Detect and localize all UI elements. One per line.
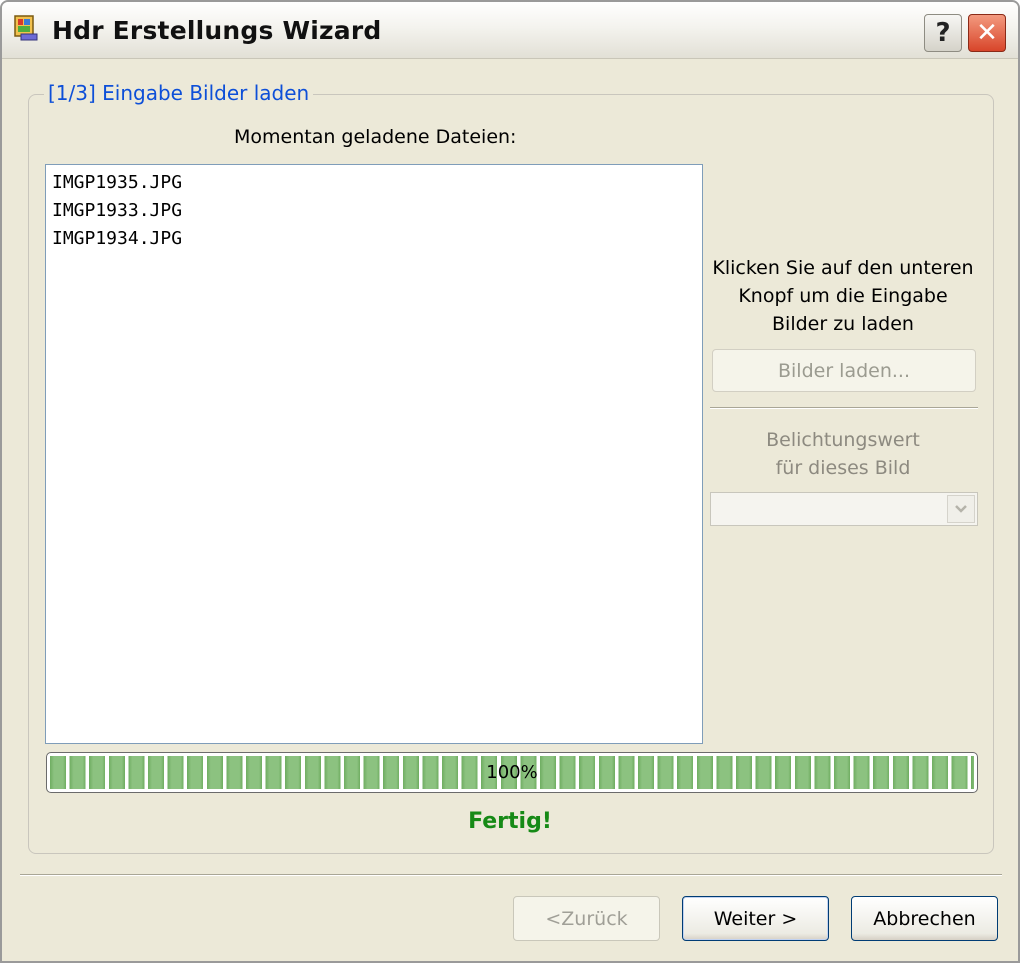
close-icon: ✕ [976, 18, 998, 48]
load-instruction-text: Klicken Sie auf den unteren Knopf um die… [712, 257, 974, 335]
wizard-window: Hdr Erstellungs Wizard ? ✕ [1/3] Eingabe… [0, 0, 1020, 963]
chevron-down-icon [955, 505, 967, 513]
step-title: [1/3] Eingabe Bilder laden [44, 81, 314, 105]
file-list[interactable]: IMGP1935.JPG IMGP1933.JPG IMGP1934.JPG [45, 164, 703, 744]
back-button[interactable]: <Zurück [513, 896, 660, 941]
side-divider [710, 407, 978, 409]
cancel-button[interactable]: Abbrechen [851, 896, 998, 941]
window-title: Hdr Erstellungs Wizard [52, 16, 382, 45]
status-text: Fertig! [468, 809, 552, 834]
app-icon [14, 15, 38, 41]
exposure-label-line-1: Belichtungswert [766, 429, 920, 451]
progress-bar: 100% [46, 752, 978, 793]
exposure-label: Belichtungswert für dieses Bild [708, 426, 978, 482]
list-item[interactable]: IMGP1935.JPG [52, 169, 696, 197]
footer-divider [20, 874, 1002, 876]
help-button[interactable]: ? [924, 14, 962, 52]
progress-percent: 100% [486, 762, 538, 783]
exposure-dropdown[interactable] [710, 492, 978, 526]
list-item[interactable]: IMGP1933.JPG [52, 197, 696, 225]
next-button[interactable]: Weiter > [682, 896, 829, 941]
dropdown-arrow-button[interactable] [947, 495, 975, 523]
title-bar[interactable]: Hdr Erstellungs Wizard ? ✕ [2, 2, 1018, 59]
list-item[interactable]: IMGP1934.JPG [52, 225, 696, 253]
help-icon: ? [935, 18, 951, 48]
loaded-files-label: Momentan geladene Dateien: [234, 126, 517, 148]
close-button[interactable]: ✕ [968, 14, 1006, 52]
load-images-button[interactable]: Bilder laden... [712, 349, 976, 392]
exposure-label-line-2: für dieses Bild [775, 457, 911, 479]
